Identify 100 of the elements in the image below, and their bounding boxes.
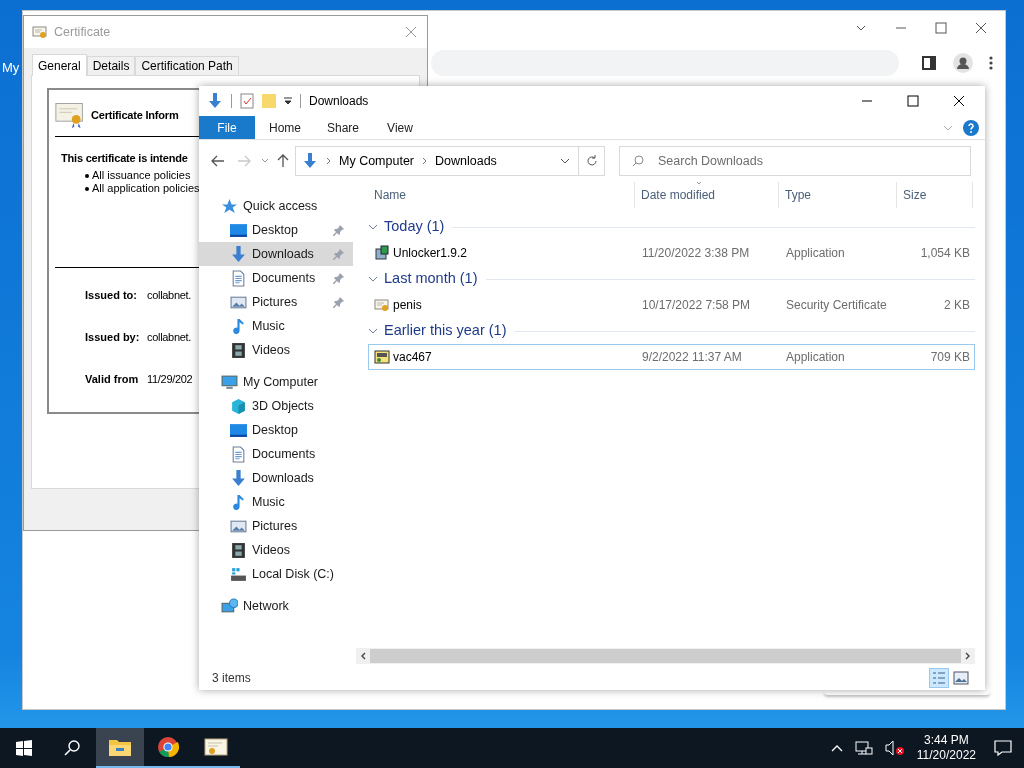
notification-icon[interactable]: [994, 740, 1012, 756]
address-bar[interactable]: My Computer Downloads: [295, 146, 605, 176]
nav-item[interactable]: Videos: [199, 538, 353, 562]
nav-item[interactable]: 3D Objects: [199, 394, 353, 418]
bullet-icon: [85, 173, 89, 178]
nav-item[interactable]: Music: [199, 314, 353, 338]
help-icon[interactable]: [963, 119, 979, 136]
more-icon[interactable]: [989, 55, 993, 71]
speaker-muted-icon[interactable]: [884, 740, 905, 756]
clock[interactable]: 3:44 PM 11/20/2022: [916, 733, 976, 763]
status-text: 3 items: [212, 670, 251, 687]
ribbon-tab[interactable]: Share: [313, 116, 371, 139]
nav-item[interactable]: Videos: [199, 338, 353, 362]
side-panel-icon[interactable]: [921, 55, 937, 71]
close-icon[interactable]: [975, 22, 987, 34]
search-input[interactable]: Search Downloads: [658, 151, 908, 171]
application-icon: [374, 349, 390, 365]
nav-item[interactable]: Quick access: [199, 194, 353, 218]
nav-label: My Computer: [243, 373, 320, 391]
column-header[interactable]: Size: [897, 182, 973, 208]
folder-icon: [108, 737, 132, 757]
nav-item[interactable]: Downloads: [199, 466, 353, 490]
field-label: Issued by:: [85, 329, 141, 345]
nav-item[interactable]: Documents: [199, 266, 353, 290]
tab[interactable]: Certification Path: [135, 56, 239, 75]
ribbon-tab[interactable]: File: [199, 116, 255, 139]
file-size: 2 KB: [943, 297, 971, 314]
scroll-right-icon[interactable]: [965, 652, 971, 660]
film-icon: [230, 341, 247, 359]
nav-item[interactable]: Desktop: [199, 418, 353, 442]
pin-icon: [333, 248, 345, 260]
pin-icon: [333, 224, 345, 236]
column-header[interactable]: Date modified: [635, 182, 779, 208]
up-icon[interactable]: [277, 154, 289, 168]
column-header[interactable]: Type: [779, 182, 897, 208]
file-name: penis: [393, 297, 422, 314]
profile-icon[interactable]: [953, 53, 973, 73]
nav-item[interactable]: Documents: [199, 442, 353, 466]
group-header[interactable]: Earlier this year (1): [384, 320, 507, 342]
refresh-icon[interactable]: [585, 155, 598, 167]
back-icon[interactable]: [211, 155, 225, 167]
breadcrumb-item[interactable]: My Computer: [339, 151, 415, 171]
nav-item[interactable]: My Computer: [199, 370, 353, 394]
nav-item[interactable]: Desktop: [199, 218, 353, 242]
window-title: Downloads: [309, 93, 369, 110]
nav-label: Quick access: [243, 197, 319, 215]
group-header[interactable]: Last month (1): [384, 268, 478, 290]
arrow-down-icon: [302, 153, 318, 169]
dropdown-icon[interactable]: [284, 97, 292, 105]
file-date: 10/17/2022 7:58 PM: [641, 297, 752, 314]
properties-icon[interactable]: [240, 93, 254, 109]
nav-item[interactable]: Network: [199, 594, 353, 618]
nav-label: Videos: [252, 541, 291, 559]
chevron-down-icon[interactable]: [560, 158, 570, 164]
network-icon[interactable]: [854, 740, 873, 756]
file-row[interactable]: vac467 9/2/2022 11:37 AM Application 709 KB: [368, 344, 975, 370]
file-type: Security Certificate: [785, 297, 888, 314]
breadcrumb-separator-icon: [326, 157, 331, 165]
file-row[interactable]: penis 10/17/2022 7:58 PM Security Certificate 2 KB: [368, 292, 975, 318]
clock-date: 11/20/2022: [916, 748, 976, 763]
group-chevron-icon[interactable]: [368, 275, 378, 283]
group-header[interactable]: Today (1): [384, 216, 445, 238]
monitor-icon: [221, 373, 238, 391]
search-icon: [632, 155, 644, 167]
file-date: 11/20/2022 3:38 PM: [641, 245, 751, 262]
policy-text: All issuance policies: [92, 169, 191, 182]
nav-item[interactable]: Downloads: [199, 242, 353, 266]
scroll-left-icon[interactable]: [360, 652, 366, 660]
close-icon[interactable]: [953, 95, 965, 107]
maximize-icon[interactable]: [907, 95, 919, 107]
taskbar-app[interactable]: [96, 728, 144, 768]
nav-item[interactable]: Music: [199, 490, 353, 514]
ribbon-tab[interactable]: View: [371, 116, 429, 139]
thumbnails-view-icon[interactable]: [953, 671, 969, 685]
horizontal-scrollbar[interactable]: [356, 648, 975, 664]
document-icon: [230, 269, 247, 287]
nav-label: Documents: [252, 269, 317, 287]
nav-item[interactable]: Local Disk (C:): [199, 562, 353, 586]
ribbon-tab[interactable]: Home: [255, 116, 313, 139]
nav-item[interactable]: Pictures: [199, 290, 353, 314]
nav-label: Pictures: [252, 517, 299, 535]
file-name: vac467: [393, 349, 432, 366]
file-name: Unlocker1.9.2: [393, 245, 468, 262]
recent-dropdown-icon[interactable]: [261, 158, 269, 164]
group-chevron-icon[interactable]: [368, 223, 378, 231]
chevron-up-icon[interactable]: [830, 744, 843, 752]
file-type: Application: [785, 245, 846, 262]
file-row[interactable]: Unlocker1.9.2 11/20/2022 3:38 PM Application 1,054 KB: [368, 240, 975, 266]
windows-logo-icon: [16, 740, 32, 756]
breadcrumb-item[interactable]: Downloads: [435, 151, 497, 171]
group-chevron-icon[interactable]: [368, 327, 378, 335]
nav-item[interactable]: Pictures: [199, 514, 353, 538]
tab[interactable]: Details: [86, 56, 136, 75]
film-icon: [230, 541, 247, 559]
search-field[interactable]: Search Downloads: [619, 146, 971, 176]
column-header[interactable]: Name: [368, 182, 635, 208]
breadcrumb-separator-icon: [422, 157, 428, 165]
field-label: Issued to:: [85, 287, 138, 303]
tab[interactable]: General: [32, 54, 87, 76]
nav-label: Pictures: [252, 293, 299, 311]
